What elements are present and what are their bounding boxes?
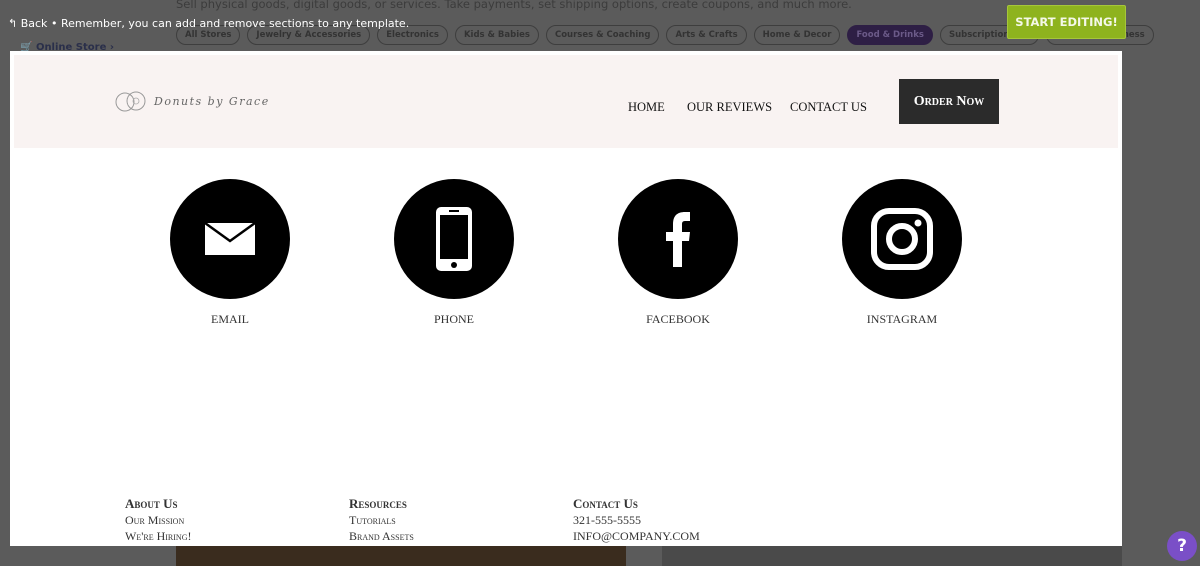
footer-heading: About Us [125, 496, 178, 511]
instagram-button[interactable] [842, 179, 962, 299]
footer-link[interactable]: Brand Assets [349, 528, 414, 544]
phone-button[interactable] [394, 179, 514, 299]
category-pill[interactable]: Courses & Coaching [545, 25, 660, 45]
footer-link[interactable]: We're Hiring! [125, 528, 191, 544]
top-message-bar: ↰ Back • Remember, you can add and remov… [8, 17, 409, 30]
footer-email[interactable]: INFO@COMPANY.COM [573, 528, 700, 544]
social-label: PHONE [433, 312, 474, 326]
template-preview: Donuts by Grace HOME OUR REVIEWS CONTACT… [10, 51, 1122, 546]
footer-link[interactable]: Our Mission [125, 512, 191, 528]
envelope-icon [205, 223, 255, 255]
brand-name: Donuts by Grace [154, 94, 270, 108]
category-pill-active[interactable]: Food & Drinks [847, 25, 933, 45]
site-logo[interactable]: Donuts by Grace [114, 90, 270, 112]
footer-heading: Contact Us [573, 496, 638, 511]
background-image [662, 546, 1122, 566]
instagram-icon [871, 208, 933, 270]
donut-logo-icon [115, 91, 146, 112]
hint-message: Remember, you can add and remove section… [60, 17, 410, 30]
separator: • [50, 17, 58, 30]
social-email: EMAIL [150, 179, 310, 327]
facebook-icon [666, 212, 690, 267]
social-facebook: FACEBOOK [598, 179, 758, 327]
footer-link[interactable]: Tutorials [349, 512, 414, 528]
footer-contact: Contact Us 321-555-5555 INFO@COMPANY.COM [573, 496, 700, 544]
background-subtitle: Sell physical goods, digital goods, or s… [176, 0, 852, 11]
back-arrow-icon: ↰ [8, 17, 18, 30]
start-editing-button[interactable]: START EDITING! [1007, 5, 1126, 39]
social-label: INSTAGRAM [866, 312, 938, 326]
nav-home[interactable]: HOME [628, 100, 665, 115]
footer-about: About Us Our Mission We're Hiring! [125, 496, 191, 544]
phone-icon [436, 207, 472, 271]
social-label: EMAIL [211, 312, 249, 326]
category-pill[interactable]: Kids & Babies [454, 25, 539, 45]
social-phone: PHONE [374, 179, 534, 327]
site-header: Donuts by Grace HOME OUR REVIEWS CONTACT… [14, 55, 1118, 148]
footer-heading: Resources [349, 496, 407, 511]
category-pill[interactable]: Arts & Crafts [666, 25, 747, 45]
social-instagram: INSTAGRAM [822, 179, 982, 327]
nav-contact-us[interactable]: CONTACT US [790, 100, 867, 115]
nav-our-reviews[interactable]: OUR REVIEWS [687, 100, 772, 115]
footer-phone[interactable]: 321-555-5555 [573, 512, 700, 528]
social-label: FACEBOOK [646, 312, 710, 326]
category-pill[interactable]: Home & Decor [753, 25, 841, 45]
back-button[interactable]: ↰ Back [8, 17, 47, 30]
order-now-button[interactable]: Order Now [899, 79, 999, 124]
background-image [176, 546, 626, 566]
footer-resources: Resources Tutorials Brand Assets [349, 496, 414, 544]
help-button[interactable]: ? [1167, 531, 1197, 561]
facebook-button[interactable] [618, 179, 738, 299]
email-button[interactable] [170, 179, 290, 299]
